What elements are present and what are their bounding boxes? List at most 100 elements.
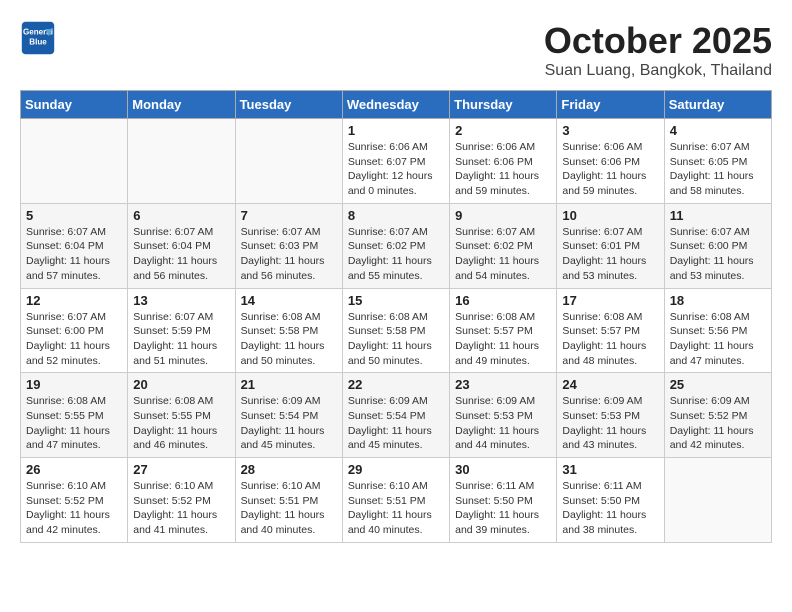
day-number: 3 [562,123,658,138]
day-info: Sunrise: 6:07 AMSunset: 6:00 PMDaylight:… [26,310,122,369]
calendar-cell [128,119,235,204]
day-info: Sunrise: 6:07 AMSunset: 6:02 PMDaylight:… [348,225,444,284]
day-number: 19 [26,377,122,392]
calendar-cell [21,119,128,204]
calendar-cell: 16 Sunrise: 6:08 AMSunset: 5:57 PMDayligh… [450,288,557,373]
day-number: 22 [348,377,444,392]
day-info: Sunrise: 6:09 AMSunset: 5:54 PMDaylight:… [348,394,444,453]
calendar-cell [664,458,771,543]
day-info: Sunrise: 6:08 AMSunset: 5:58 PMDaylight:… [348,310,444,369]
day-number: 14 [241,293,337,308]
day-info: Sunrise: 6:10 AMSunset: 5:51 PMDaylight:… [241,479,337,538]
calendar-cell: 20 Sunrise: 6:08 AMSunset: 5:55 PMDayligh… [128,373,235,458]
weekday-header-cell: Sunday [21,91,128,119]
calendar-week-row: 1Sunrise: 6:06 AMSunset: 6:07 PMDaylight… [21,119,772,204]
calendar-cell: 15 Sunrise: 6:08 AMSunset: 5:58 PMDayligh… [342,288,449,373]
day-info: Sunrise: 6:08 AMSunset: 5:57 PMDaylight:… [455,310,551,369]
calendar-cell: 10Sunrise: 6:07 AMSunset: 6:01 PMDayligh… [557,203,664,288]
day-number: 18 [670,293,766,308]
day-number: 17 [562,293,658,308]
calendar-cell: 7Sunrise: 6:07 AMSunset: 6:03 PMDaylight… [235,203,342,288]
calendar-cell: 11 Sunrise: 6:07 AMSunset: 6:00 PMDayligh… [664,203,771,288]
day-number: 13 [133,293,229,308]
calendar-cell: 4 Sunrise: 6:07 AMSunset: 6:05 PMDaylight… [664,119,771,204]
calendar-cell: 23 Sunrise: 6:09 AMSunset: 5:53 PMDayligh… [450,373,557,458]
calendar-cell: 2 Sunrise: 6:06 AMSunset: 6:06 PMDaylight… [450,119,557,204]
calendar-cell: 1Sunrise: 6:06 AMSunset: 6:07 PMDaylight… [342,119,449,204]
day-number: 28 [241,462,337,477]
day-number: 15 [348,293,444,308]
weekday-header-cell: Friday [557,91,664,119]
location-title: Suan Luang, Bangkok, Thailand [544,62,772,80]
day-info: Sunrise: 6:07 AMSunset: 5:59 PMDaylight:… [133,310,229,369]
calendar-cell: 26 Sunrise: 6:10 AMSunset: 5:52 PMDayligh… [21,458,128,543]
day-info: Sunrise: 6:09 AMSunset: 5:53 PMDaylight:… [562,394,658,453]
calendar-cell: 13 Sunrise: 6:07 AMSunset: 5:59 PMDayligh… [128,288,235,373]
calendar-week-row: 19 Sunrise: 6:08 AMSunset: 5:55 PMDayligh… [21,373,772,458]
weekday-header-cell: Saturday [664,91,771,119]
day-info: Sunrise: 6:07 AMSunset: 6:05 PMDaylight:… [670,140,766,199]
calendar-week-row: 5 Sunrise: 6:07 AMSunset: 6:04 PMDaylight… [21,203,772,288]
calendar-cell: 28 Sunrise: 6:10 AMSunset: 5:51 PMDayligh… [235,458,342,543]
calendar-cell: 9Sunrise: 6:07 AMSunset: 6:02 PMDaylight… [450,203,557,288]
calendar-cell: 18 Sunrise: 6:08 AMSunset: 5:56 PMDayligh… [664,288,771,373]
calendar-cell: 31Sunrise: 6:11 AMSunset: 5:50 PMDayligh… [557,458,664,543]
day-number: 30 [455,462,551,477]
page-header: General Blue October 2025 Suan Luang, Ba… [20,20,772,80]
calendar-cell: 8 Sunrise: 6:07 AMSunset: 6:02 PMDaylight… [342,203,449,288]
day-info: Sunrise: 6:07 AMSunset: 6:04 PMDaylight:… [133,225,229,284]
day-number: 23 [455,377,551,392]
logo: General Blue [20,20,56,56]
weekday-header-cell: Thursday [450,91,557,119]
calendar-table: SundayMondayTuesdayWednesdayThursdayFrid… [20,90,772,543]
day-number: 16 [455,293,551,308]
day-info: Sunrise: 6:08 AMSunset: 5:57 PMDaylight:… [562,310,658,369]
calendar-cell: 27 Sunrise: 6:10 AMSunset: 5:52 PMDayligh… [128,458,235,543]
day-info: Sunrise: 6:07 AMSunset: 6:03 PMDaylight:… [241,225,337,284]
calendar-week-row: 12 Sunrise: 6:07 AMSunset: 6:00 PMDayligh… [21,288,772,373]
day-info: Sunrise: 6:07 AMSunset: 6:00 PMDaylight:… [670,225,766,284]
day-number: 27 [133,462,229,477]
calendar-cell: 25 Sunrise: 6:09 AMSunset: 5:52 PMDayligh… [664,373,771,458]
calendar-cell: 5 Sunrise: 6:07 AMSunset: 6:04 PMDaylight… [21,203,128,288]
day-info: Sunrise: 6:09 AMSunset: 5:52 PMDaylight:… [670,394,766,453]
calendar-cell: 12 Sunrise: 6:07 AMSunset: 6:00 PMDayligh… [21,288,128,373]
day-number: 8 [348,208,444,223]
day-number: 4 [670,123,766,138]
calendar-cell: 6 Sunrise: 6:07 AMSunset: 6:04 PMDaylight… [128,203,235,288]
calendar-cell: 3 Sunrise: 6:06 AMSunset: 6:06 PMDaylight… [557,119,664,204]
day-number: 11 [670,208,766,223]
day-number: 1 [348,123,444,138]
day-info: Sunrise: 6:09 AMSunset: 5:54 PMDaylight:… [241,394,337,453]
day-number: 26 [26,462,122,477]
calendar-body: 1Sunrise: 6:06 AMSunset: 6:07 PMDaylight… [21,119,772,543]
svg-text:Blue: Blue [29,37,47,46]
calendar-cell: 21Sunrise: 6:09 AMSunset: 5:54 PMDayligh… [235,373,342,458]
day-info: Sunrise: 6:10 AMSunset: 5:52 PMDaylight:… [133,479,229,538]
month-title: October 2025 [544,20,772,62]
day-info: Sunrise: 6:08 AMSunset: 5:55 PMDaylight:… [26,394,122,453]
day-info: Sunrise: 6:06 AMSunset: 6:06 PMDaylight:… [455,140,551,199]
day-number: 2 [455,123,551,138]
day-number: 6 [133,208,229,223]
calendar-cell: 14 Sunrise: 6:08 AMSunset: 5:58 PMDayligh… [235,288,342,373]
day-info: Sunrise: 6:08 AMSunset: 5:55 PMDaylight:… [133,394,229,453]
logo-icon: General Blue [20,20,56,56]
calendar-cell: 30Sunrise: 6:11 AMSunset: 5:50 PMDayligh… [450,458,557,543]
day-info: Sunrise: 6:09 AMSunset: 5:53 PMDaylight:… [455,394,551,453]
day-number: 31 [562,462,658,477]
day-info: Sunrise: 6:10 AMSunset: 5:52 PMDaylight:… [26,479,122,538]
calendar-cell: 24Sunrise: 6:09 AMSunset: 5:53 PMDayligh… [557,373,664,458]
day-number: 12 [26,293,122,308]
day-info: Sunrise: 6:07 AMSunset: 6:04 PMDaylight:… [26,225,122,284]
day-number: 5 [26,208,122,223]
day-info: Sunrise: 6:08 AMSunset: 5:56 PMDaylight:… [670,310,766,369]
day-number: 20 [133,377,229,392]
day-number: 25 [670,377,766,392]
day-info: Sunrise: 6:08 AMSunset: 5:58 PMDaylight:… [241,310,337,369]
calendar-cell: 29Sunrise: 6:10 AMSunset: 5:51 PMDayligh… [342,458,449,543]
day-info: Sunrise: 6:06 AMSunset: 6:06 PMDaylight:… [562,140,658,199]
weekday-header-cell: Monday [128,91,235,119]
day-info: Sunrise: 6:07 AMSunset: 6:01 PMDaylight:… [562,225,658,284]
day-number: 9 [455,208,551,223]
